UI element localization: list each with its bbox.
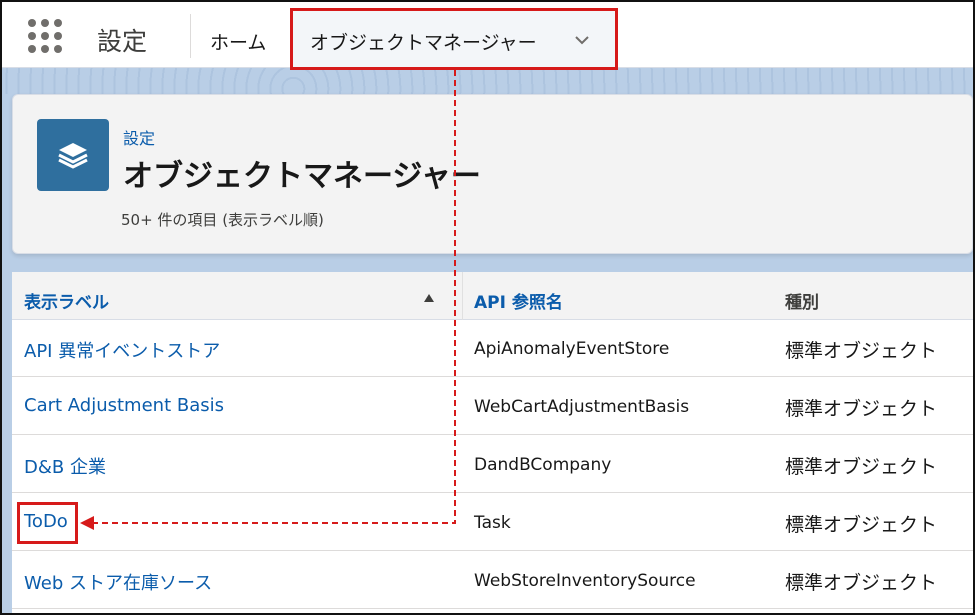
column-header-api[interactable]: API 参照名 — [474, 288, 563, 313]
object-table: 表示ラベル API 参照名 種別 API 異常イベントストア ApiAnomal… — [12, 272, 973, 613]
object-type: 標準オブジェクト — [785, 514, 938, 536]
object-type: 標準オブジェクト — [785, 456, 938, 478]
object-label-link[interactable]: Cart Adjustment Basis — [24, 395, 224, 416]
app-title: 設定 — [97, 27, 148, 56]
table-row: Cart Adjustment Basis WebCartAdjustmentB… — [12, 378, 973, 435]
screenshot-frame: 設定 ホーム オブジェクトマネージャー 設定 オブジェクトマネージャー 50+ … — [0, 0, 975, 615]
tab-object-manager-label: オブジェクトマネージャー — [310, 32, 537, 54]
object-type: 標準オブジェクト — [785, 340, 938, 362]
page-title: オブジェクトマネージャー — [123, 159, 481, 194]
api-name: DandBCompany — [474, 455, 612, 475]
api-name: WebCartAdjustmentBasis — [474, 397, 690, 417]
api-name: WebStoreInventorySource — [474, 571, 696, 591]
header-background-pattern — [2, 68, 973, 94]
table-row: API 異常イベントストア ApiAnomalyEventStore 標準オブジ… — [12, 320, 973, 377]
column-header-label[interactable]: 表示ラベル — [24, 288, 109, 313]
table-row: Web ストア在庫ソース WebStoreInventorySource 標準オ… — [12, 552, 973, 609]
tab-home[interactable]: ホーム — [210, 28, 266, 55]
page-header: 設定 オブジェクトマネージャー 50+ 件の項目 (表示ラベル順) — [12, 94, 973, 254]
table-row: ToDo Task 標準オブジェクト — [12, 494, 973, 551]
top-navigation: 設定 ホーム オブジェクトマネージャー — [2, 2, 973, 70]
column-header-type[interactable]: 種別 — [785, 288, 819, 313]
object-label-link[interactable]: D&B 企業 — [24, 453, 106, 479]
tab-object-manager[interactable]: オブジェクトマネージャー — [292, 10, 617, 70]
breadcrumb[interactable]: 設定 — [123, 125, 155, 149]
api-name: Task — [474, 513, 511, 533]
item-count: 50+ 件の項目 (表示ラベル順) — [121, 211, 324, 229]
object-label-link[interactable]: API 異常イベントストア — [24, 337, 220, 363]
app-launcher-grid-icon[interactable] — [28, 19, 62, 53]
chevron-down-icon[interactable] — [574, 32, 590, 48]
object-type: 標準オブジェクト — [785, 398, 938, 420]
object-label-link-todo[interactable]: ToDo — [24, 511, 68, 532]
object-manager-icon — [37, 119, 109, 191]
object-type: 標準オブジェクト — [785, 572, 938, 594]
sort-ascending-icon[interactable] — [424, 294, 434, 302]
api-name: ApiAnomalyEventStore — [474, 339, 670, 359]
nav-divider — [190, 14, 191, 58]
layers-icon — [58, 143, 88, 169]
object-label-link[interactable]: Web ストア在庫ソース — [24, 569, 212, 595]
column-divider — [462, 272, 463, 320]
table-row: D&B 企業 DandBCompany 標準オブジェクト — [12, 436, 973, 493]
table-header: 表示ラベル API 参照名 種別 — [12, 272, 973, 320]
